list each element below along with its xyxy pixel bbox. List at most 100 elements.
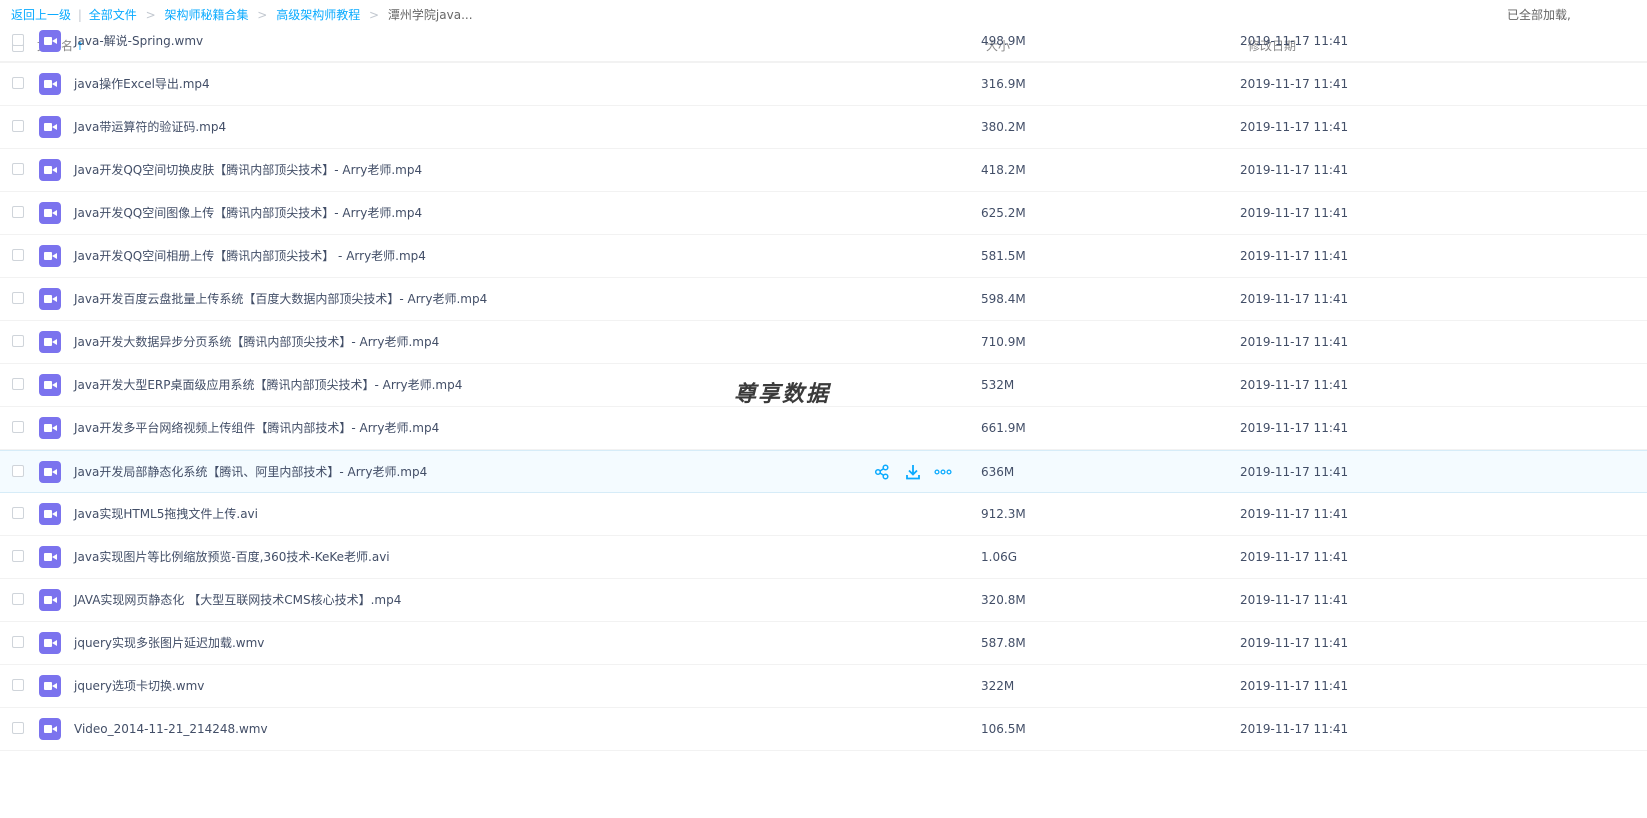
file-size: 418.2M bbox=[981, 163, 1026, 177]
file-size: 598.4M bbox=[981, 292, 1026, 306]
file-size: 498.9M bbox=[981, 34, 1026, 48]
file-name[interactable]: Java带运算符的验证码.mp4 bbox=[74, 106, 226, 148]
video-file-icon bbox=[39, 417, 61, 439]
video-file-icon bbox=[39, 331, 61, 353]
file-date: 2019-11-17 11:41 bbox=[1240, 292, 1349, 306]
table-row[interactable]: Java开发QQ空间图像上传【腾讯内部顶尖技术】- Arry老师.mp4 625… bbox=[0, 192, 1647, 235]
watermark: 尊享数据 bbox=[734, 382, 831, 407]
video-file-icon bbox=[39, 632, 61, 654]
file-date: 2019-11-17 11:41 bbox=[1240, 335, 1349, 349]
file-date: 2019-11-17 11:41 bbox=[1240, 163, 1349, 177]
download-icon[interactable] bbox=[904, 464, 922, 480]
file-size: 322M bbox=[981, 679, 1015, 693]
file-date: 2019-11-17 11:41 bbox=[1240, 679, 1349, 693]
table-row[interactable]: Java开发QQ空间相册上传【腾讯内部顶尖技术】 - Arry老师.mp4 58… bbox=[0, 235, 1647, 278]
file-size: 532M bbox=[981, 378, 1015, 392]
file-date: 2019-11-17 11:41 bbox=[1240, 206, 1349, 220]
row-checkbox[interactable] bbox=[12, 77, 24, 89]
table-row[interactable]: Video_2014-11-21_214248.wmv 106.5M 2019-… bbox=[0, 708, 1647, 751]
video-file-icon bbox=[39, 288, 61, 310]
file-name[interactable]: jquery选项卡切换.wmv bbox=[74, 665, 204, 707]
video-file-icon bbox=[39, 675, 61, 697]
row-checkbox[interactable] bbox=[12, 593, 24, 605]
file-date: 2019-11-17 11:41 bbox=[1240, 249, 1349, 263]
video-file-icon bbox=[39, 718, 61, 740]
more-icon[interactable] bbox=[934, 464, 952, 480]
row-checkbox[interactable] bbox=[12, 206, 24, 218]
file-name[interactable]: Java开发多平台网络视频上传组件【腾讯内部技术】- Arry老师.mp4 bbox=[74, 407, 439, 449]
table-row[interactable]: Java开发大数据异步分页系统【腾讯内部顶尖技术】- Arry老师.mp4 71… bbox=[0, 321, 1647, 364]
table-row[interactable]: Java开发QQ空间切换皮肤【腾讯内部顶尖技术】- Arry老师.mp4 418… bbox=[0, 149, 1647, 192]
video-file-icon bbox=[39, 546, 61, 568]
table-row[interactable]: Java开发多平台网络视频上传组件【腾讯内部技术】- Arry老师.mp4 66… bbox=[0, 407, 1647, 450]
file-size: 380.2M bbox=[981, 120, 1026, 134]
video-file-icon bbox=[39, 245, 61, 267]
row-checkbox[interactable] bbox=[12, 722, 24, 734]
row-checkbox[interactable] bbox=[12, 335, 24, 347]
file-size: 320.8M bbox=[981, 593, 1026, 607]
row-checkbox[interactable] bbox=[12, 378, 24, 390]
file-name[interactable]: Java开发大数据异步分页系统【腾讯内部顶尖技术】- Arry老师.mp4 bbox=[74, 321, 439, 363]
file-name[interactable]: Java实现HTML5拖拽文件上传.avi bbox=[74, 493, 258, 535]
row-checkbox[interactable] bbox=[12, 249, 24, 261]
file-size: 661.9M bbox=[981, 421, 1026, 435]
video-file-icon bbox=[39, 116, 61, 138]
file-size: 912.3M bbox=[981, 507, 1026, 521]
file-name[interactable]: Java开发QQ空间图像上传【腾讯内部顶尖技术】- Arry老师.mp4 bbox=[74, 192, 422, 234]
table-row[interactable]: Java-解说-Spring.wmv 498.9M 2019-11-17 11:… bbox=[0, 20, 1647, 63]
row-checkbox[interactable] bbox=[12, 120, 24, 132]
row-checkbox[interactable] bbox=[12, 679, 24, 691]
file-date: 2019-11-17 11:41 bbox=[1240, 378, 1349, 392]
file-date: 2019-11-17 11:41 bbox=[1240, 593, 1349, 607]
file-name[interactable]: Java开发QQ空间相册上传【腾讯内部顶尖技术】 - Arry老师.mp4 bbox=[74, 235, 426, 277]
file-size: 581.5M bbox=[981, 249, 1026, 263]
table-row-hovered[interactable]: Java开发局部静态化系统【腾讯、阿里内部技术】- Arry老师.mp4 636… bbox=[0, 450, 1647, 493]
file-size: 316.9M bbox=[981, 77, 1026, 91]
video-file-icon bbox=[39, 503, 61, 525]
table-row[interactable]: Java带运算符的验证码.mp4 380.2M 2019-11-17 11:41 bbox=[0, 106, 1647, 149]
table-row[interactable]: java操作Excel导出.mp4 316.9M 2019-11-17 11:4… bbox=[0, 63, 1647, 106]
file-name[interactable]: java操作Excel导出.mp4 bbox=[74, 63, 210, 105]
row-checkbox[interactable] bbox=[12, 292, 24, 304]
table-row[interactable]: Java实现图片等比例缩放预览-百度,360技术-KeKe老师.avi 1.06… bbox=[0, 536, 1647, 579]
row-checkbox[interactable] bbox=[12, 465, 24, 477]
video-file-icon bbox=[39, 30, 61, 52]
file-size: 587.8M bbox=[981, 636, 1026, 650]
file-name[interactable]: Java开发大型ERP桌面级应用系统【腾讯内部顶尖技术】- Arry老师.mp4 bbox=[74, 364, 462, 406]
file-date: 2019-11-17 11:41 bbox=[1240, 722, 1349, 736]
table-row[interactable]: jquery选项卡切换.wmv 322M 2019-11-17 11:41 bbox=[0, 665, 1647, 708]
file-name[interactable]: Java开发局部静态化系统【腾讯、阿里内部技术】- Arry老师.mp4 bbox=[74, 451, 427, 493]
share-icon[interactable] bbox=[873, 464, 891, 480]
file-size: 1.06G bbox=[981, 550, 1018, 564]
file-date: 2019-11-17 11:41 bbox=[1240, 421, 1349, 435]
file-date: 2019-11-17 11:41 bbox=[1240, 636, 1349, 650]
video-file-icon bbox=[39, 589, 61, 611]
file-size: 710.9M bbox=[981, 335, 1026, 349]
video-file-icon bbox=[39, 73, 61, 95]
file-date: 2019-11-17 11:41 bbox=[1240, 120, 1349, 134]
table-row[interactable]: Java开发百度云盘批量上传系统【百度大数据内部顶尖技术】- Arry老师.mp… bbox=[0, 278, 1647, 321]
file-date: 2019-11-17 11:41 bbox=[1240, 77, 1349, 91]
file-name[interactable]: Java开发百度云盘批量上传系统【百度大数据内部顶尖技术】- Arry老师.mp… bbox=[74, 278, 487, 320]
table-row[interactable]: Java实现HTML5拖拽文件上传.avi 912.3M 2019-11-17 … bbox=[0, 493, 1647, 536]
row-checkbox[interactable] bbox=[12, 507, 24, 519]
table-row[interactable]: JAVA实现网页静态化 【大型互联网技术CMS核心技术】.mp4 320.8M … bbox=[0, 579, 1647, 622]
video-file-icon bbox=[39, 202, 61, 224]
row-checkbox[interactable] bbox=[12, 421, 24, 433]
file-name[interactable]: jquery实现多张图片延迟加载.wmv bbox=[74, 622, 264, 664]
table-row[interactable]: jquery实现多张图片延迟加载.wmv 587.8M 2019-11-17 1… bbox=[0, 622, 1647, 665]
row-checkbox[interactable] bbox=[12, 34, 24, 46]
file-name[interactable]: Java-解说-Spring.wmv bbox=[74, 20, 203, 62]
file-name[interactable]: Java实现图片等比例缩放预览-百度,360技术-KeKe老师.avi bbox=[74, 536, 390, 578]
file-date: 2019-11-17 11:41 bbox=[1240, 550, 1349, 564]
video-file-icon bbox=[39, 159, 61, 181]
file-name[interactable]: Video_2014-11-21_214248.wmv bbox=[74, 708, 268, 750]
file-size: 625.2M bbox=[981, 206, 1026, 220]
file-name[interactable]: Java开发QQ空间切换皮肤【腾讯内部顶尖技术】- Arry老师.mp4 bbox=[74, 149, 422, 191]
row-checkbox[interactable] bbox=[12, 636, 24, 648]
file-name[interactable]: JAVA实现网页静态化 【大型互联网技术CMS核心技术】.mp4 bbox=[74, 579, 401, 621]
row-checkbox[interactable] bbox=[12, 163, 24, 175]
file-date: 2019-11-17 11:41 bbox=[1240, 34, 1349, 48]
row-checkbox[interactable] bbox=[12, 550, 24, 562]
file-date: 2019-11-17 11:41 bbox=[1240, 507, 1349, 521]
